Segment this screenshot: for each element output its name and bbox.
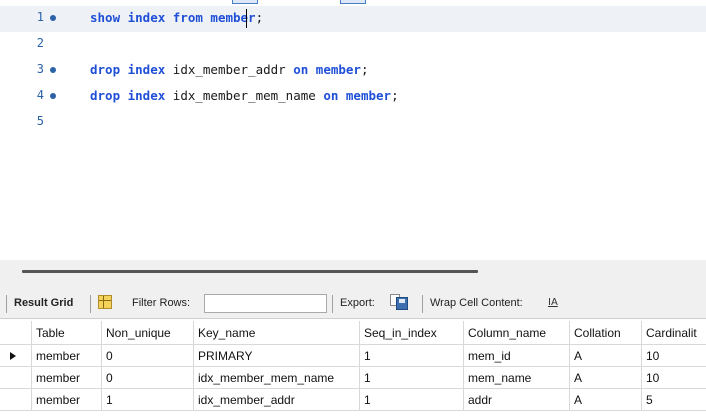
table-cell[interactable]: addr (464, 389, 570, 411)
toolbar-separator (332, 295, 333, 313)
table-cell[interactable]: member (32, 367, 102, 389)
editor-line[interactable]: 1 show index from member; (0, 6, 706, 32)
punctuation: ; (360, 62, 369, 77)
row-header[interactable] (0, 389, 32, 411)
punctuation: ; (391, 88, 399, 103)
table-identifier: member (308, 62, 361, 77)
sql-editor[interactable]: 1 show index from member; 2 3 drop index… (0, 4, 706, 260)
line-number: 1 (36, 10, 44, 24)
table-cell[interactable]: 5 (642, 389, 706, 411)
column-header[interactable]: Non_unique (102, 321, 194, 345)
row-header-corner (0, 321, 32, 345)
table-cell[interactable]: member (32, 389, 102, 411)
table-cell[interactable]: 1 (360, 389, 464, 411)
statement-marker-icon[interactable] (50, 67, 56, 73)
toolbar-separator (6, 295, 7, 313)
column-header[interactable]: Seq_in_index (360, 321, 464, 345)
line-number: 3 (36, 62, 44, 76)
text-caret (246, 9, 247, 28)
table-row[interactable]: member 0 idx_member_mem_name 1 mem_name … (0, 367, 706, 389)
column-header[interactable]: Cardinalit (642, 321, 706, 345)
editor-line[interactable]: 5 (0, 110, 706, 136)
table-row[interactable]: member 1 idx_member_addr 1 addr A 5 (0, 389, 706, 411)
filter-rows-input[interactable] (204, 294, 327, 313)
table-cell[interactable]: A (570, 345, 642, 367)
table-cell[interactable]: mem_id (464, 345, 570, 367)
line-number: 2 (36, 36, 44, 50)
table-header-row: Table Non_unique Key_name Seq_in_index C… (0, 321, 706, 345)
export-label: Export: (340, 297, 375, 309)
wrap-text-icon[interactable]: IA (548, 295, 564, 311)
table-row[interactable]: member 0 PRIMARY 1 mem_id A 10 (0, 345, 706, 367)
keyword: show index from (90, 10, 203, 25)
editor-line[interactable]: 2 (0, 32, 706, 58)
row-header[interactable] (0, 345, 32, 367)
punctuation: ; (255, 10, 264, 25)
column-header[interactable]: Column_name (464, 321, 570, 345)
line-number: 4 (36, 88, 44, 102)
table-cell[interactable]: 10 (642, 367, 706, 389)
result-grid-tab[interactable]: Result Grid (14, 297, 73, 309)
export-icon[interactable] (390, 294, 410, 312)
panel-splitter-area (0, 260, 706, 290)
panel-splitter[interactable] (22, 270, 478, 273)
wrap-cell-label: Wrap Cell Content: (430, 297, 523, 309)
filter-rows-label: Filter Rows: (132, 297, 191, 309)
table-cell[interactable]: 1 (360, 345, 464, 367)
table-cell[interactable]: idx_member_addr (194, 389, 360, 411)
table-cell[interactable]: A (570, 389, 642, 411)
keyword: drop index (90, 62, 166, 77)
grid-view-icon[interactable] (98, 295, 112, 309)
code-text: show index from member; (90, 10, 263, 25)
line-number: 5 (36, 114, 44, 128)
statement-marker-icon[interactable] (50, 93, 56, 99)
table-cell[interactable]: mem_name (464, 367, 570, 389)
code-text: drop index idx_member_addr on member; (90, 62, 368, 77)
keyword: on (323, 88, 339, 103)
result-toolbar: Result Grid Filter Rows: Export: Wrap Ce… (0, 290, 706, 318)
table-cell[interactable]: 0 (102, 367, 194, 389)
table-cell[interactable]: 0 (102, 345, 194, 367)
keyword: drop index (90, 88, 166, 103)
current-row-arrow-icon (10, 352, 16, 360)
keyword: mem (202, 10, 233, 25)
editor-line[interactable]: 4 drop index idx_member_mem_name on memb… (0, 84, 706, 110)
keyword: ber (233, 10, 256, 25)
row-header[interactable] (0, 367, 32, 389)
keyword: on (293, 62, 309, 77)
code-text: drop index idx_member_mem_name on member… (90, 88, 399, 103)
identifier: idx_member_addr (165, 62, 294, 77)
column-header[interactable]: Table (32, 321, 102, 345)
table-cell[interactable]: A (570, 367, 642, 389)
table-cell[interactable]: 10 (642, 345, 706, 367)
column-header[interactable]: Key_name (194, 321, 360, 345)
toolbar-separator (422, 295, 423, 313)
column-header[interactable]: Collation (570, 321, 642, 345)
identifier: idx_member_mem_name (165, 88, 324, 103)
export-disk (396, 297, 408, 310)
statement-marker-icon[interactable] (50, 15, 56, 21)
result-grid[interactable]: Table Non_unique Key_name Seq_in_index C… (0, 318, 706, 418)
table-cell[interactable]: PRIMARY (194, 345, 360, 367)
table-cell[interactable]: 1 (102, 389, 194, 411)
table-cell[interactable]: 1 (360, 367, 464, 389)
toolbar-separator (90, 295, 91, 313)
table-cell[interactable]: member (32, 345, 102, 367)
editor-line[interactable]: 3 drop index idx_member_addr on member; (0, 58, 706, 84)
table-identifier: member (338, 88, 392, 103)
table-cell[interactable]: idx_member_mem_name (194, 367, 360, 389)
